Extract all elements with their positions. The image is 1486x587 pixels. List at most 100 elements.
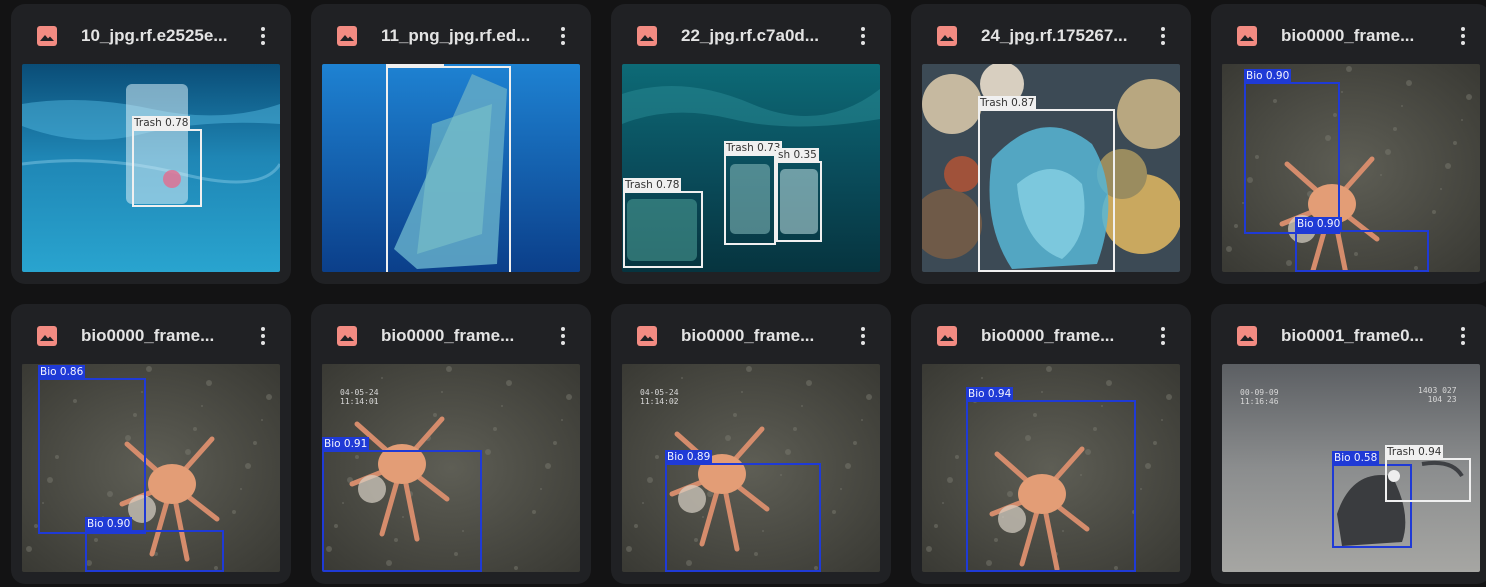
- image-file-icon: [37, 326, 57, 346]
- image-file-icon: [1237, 326, 1257, 346]
- card-header: 10_jpg.rf.e2525e...: [11, 4, 291, 66]
- card-header: bio0000_frame...: [311, 304, 591, 366]
- image-thumbnail[interactable]: Bio 0.90 Bio 0.90: [1222, 64, 1480, 272]
- image-thumbnail[interactable]: Trash 0.78: [22, 64, 280, 272]
- image-thumbnail[interactable]: 00-09-09 11:16:46 1403 027 104 23 Bio 0.5…: [1222, 364, 1480, 572]
- file-name[interactable]: bio0000_frame...: [981, 324, 1141, 348]
- detection-label: Bio 0.89: [665, 450, 713, 464]
- detection-box: Bio 0.89: [665, 450, 821, 572]
- more-vert-icon: [1461, 327, 1465, 345]
- image-thumbnail[interactable]: Bio 0.94: [922, 364, 1180, 572]
- detection-label: sh 0.35: [776, 148, 819, 162]
- detection-label: Bio 0.90: [1295, 217, 1343, 231]
- image-file-icon: [637, 326, 657, 346]
- file-card[interactable]: bio0000_frame... 04-05-24 11:14:02 Bio 0…: [611, 304, 891, 584]
- file-name[interactable]: 22_jpg.rf.c7a0d...: [681, 24, 841, 48]
- more-vert-icon: [1461, 27, 1465, 45]
- file-name[interactable]: 24_jpg.rf.175267...: [981, 24, 1141, 48]
- detection-label: Bio 0.90: [1244, 69, 1292, 83]
- file-card[interactable]: bio0000_frame... Bio 0.90 Bio 0.90: [1211, 4, 1486, 284]
- telemetry-overlay: 1403 027 104 23: [1418, 386, 1457, 404]
- detection-label: Trash 0.78: [132, 116, 191, 130]
- detection-box: Trash 0.78: [386, 64, 511, 272]
- more-vert-icon: [861, 27, 865, 45]
- more-vert-icon: [561, 27, 565, 45]
- file-card[interactable]: 10_jpg.rf.e2525e... Trash 0.78: [11, 4, 291, 284]
- detection-label: Bio 0.58: [1332, 451, 1380, 465]
- image-file-icon: [937, 26, 957, 46]
- more-options-button[interactable]: [847, 20, 879, 52]
- image-file-icon: [637, 26, 657, 46]
- more-options-button[interactable]: [1447, 320, 1479, 352]
- image-thumbnail[interactable]: Trash 0.78 Trash 0.73 sh 0.35: [622, 64, 880, 272]
- file-name[interactable]: bio0000_frame...: [381, 324, 541, 348]
- more-options-button[interactable]: [1147, 20, 1179, 52]
- file-name[interactable]: bio0000_frame...: [81, 324, 241, 348]
- image-thumbnail[interactable]: 04-05-24 11:14:01 Bio 0.91: [322, 364, 580, 572]
- more-vert-icon: [861, 327, 865, 345]
- detection-label: Bio 0.91: [322, 437, 370, 451]
- card-header: 24_jpg.rf.175267...: [911, 4, 1191, 66]
- more-options-button[interactable]: [1147, 320, 1179, 352]
- more-options-button[interactable]: [247, 20, 279, 52]
- file-card[interactable]: 11_png_jpg.rf.ed... Trash 0.78: [311, 4, 591, 284]
- detection-label: Bio 0.94: [966, 387, 1014, 401]
- more-options-button[interactable]: [847, 320, 879, 352]
- detection-label: Trash 0.94: [1385, 445, 1444, 459]
- card-header: bio0000_frame...: [911, 304, 1191, 366]
- file-name[interactable]: bio0000_frame...: [681, 324, 841, 348]
- file-name[interactable]: bio0001_frame0...: [1281, 324, 1441, 348]
- more-options-button[interactable]: [247, 320, 279, 352]
- detection-box: Bio 0.94: [966, 387, 1136, 572]
- timestamp-overlay: 04-05-24 11:14:01: [340, 388, 379, 406]
- image-thumbnail[interactable]: 04-05-24 11:14:02 Bio 0.89: [622, 364, 880, 572]
- timestamp-overlay: 00-09-09 11:16:46: [1240, 388, 1279, 406]
- file-name[interactable]: bio0000_frame...: [1281, 24, 1441, 48]
- detection-box: Trash 0.78: [132, 116, 202, 207]
- image-thumbnail[interactable]: Bio 0.86 Bio 0.90: [22, 364, 280, 572]
- detection-box: Bio 0.86: [38, 365, 146, 534]
- file-grid: 10_jpg.rf.e2525e... Trash 0.78 11_png_jp…: [0, 0, 1486, 587]
- card-header: 22_jpg.rf.c7a0d...: [611, 4, 891, 66]
- image-file-icon: [937, 326, 957, 346]
- image-thumbnail[interactable]: Trash 0.78: [322, 64, 580, 272]
- detection-box: Trash 0.94: [1385, 445, 1471, 502]
- file-card[interactable]: bio0001_frame0... 00-09-09 11:16:46 1403 …: [1211, 304, 1486, 584]
- file-card[interactable]: bio0000_frame... 04-05-24 11:14:01 Bio 0…: [311, 304, 591, 584]
- more-vert-icon: [561, 327, 565, 345]
- detection-box: Bio 0.90: [85, 517, 224, 572]
- more-vert-icon: [1161, 27, 1165, 45]
- detection-box: Bio 0.90: [1244, 69, 1340, 234]
- card-header: bio0000_frame...: [11, 304, 291, 366]
- detection-label: Trash 0.73: [724, 141, 783, 155]
- more-options-button[interactable]: [1447, 20, 1479, 52]
- timestamp-overlay: 04-05-24 11:14:02: [640, 388, 679, 406]
- detection-label: Trash 0.78: [386, 64, 445, 67]
- card-header: bio0000_frame...: [611, 304, 891, 366]
- more-vert-icon: [261, 327, 265, 345]
- more-options-button[interactable]: [547, 320, 579, 352]
- image-file-icon: [37, 26, 57, 46]
- card-header: bio0000_frame...: [1211, 4, 1486, 66]
- detection-box: Trash 0.87: [978, 96, 1115, 272]
- detection-box: Trash 0.78: [623, 178, 703, 268]
- detection-box: Bio 0.90: [1295, 217, 1429, 272]
- image-file-icon: [337, 326, 357, 346]
- file-name[interactable]: 11_png_jpg.rf.ed...: [381, 24, 541, 48]
- more-vert-icon: [1161, 327, 1165, 345]
- image-thumbnail[interactable]: Trash 0.87: [922, 64, 1180, 272]
- more-vert-icon: [261, 27, 265, 45]
- card-header: 11_png_jpg.rf.ed...: [311, 4, 591, 66]
- file-card[interactable]: 22_jpg.rf.c7a0d... Trash 0.78 Trash 0.73…: [611, 4, 891, 284]
- more-options-button[interactable]: [547, 20, 579, 52]
- detection-label: Trash 0.87: [978, 96, 1037, 110]
- detection-box: sh 0.35: [776, 148, 822, 242]
- file-card[interactable]: 24_jpg.rf.175267... Trash 0.87: [911, 4, 1191, 284]
- image-file-icon: [1237, 26, 1257, 46]
- detection-label: Trash 0.78: [623, 178, 682, 192]
- file-name[interactable]: 10_jpg.rf.e2525e...: [81, 24, 241, 48]
- detection-label: Bio 0.90: [85, 517, 133, 531]
- file-card[interactable]: bio0000_frame... Bio 0.86 Bio 0.90: [11, 304, 291, 584]
- detection-box: Trash 0.73: [724, 141, 783, 245]
- file-card[interactable]: bio0000_frame... Bio 0.94: [911, 304, 1191, 584]
